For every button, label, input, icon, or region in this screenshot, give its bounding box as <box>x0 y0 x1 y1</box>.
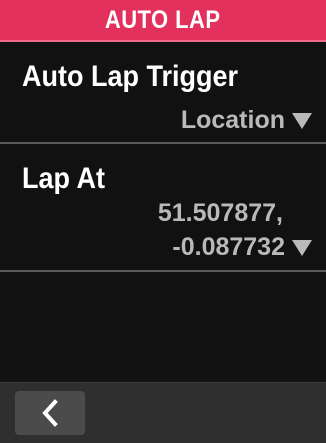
lap-at-longitude: -0.087732 <box>172 233 285 261</box>
auto-lap-trigger-label: Auto Lap Trigger <box>22 60 238 93</box>
page-title: AUTO LAP <box>105 5 221 34</box>
triangle-down-icon <box>292 240 312 256</box>
empty-content-area <box>0 272 326 381</box>
lap-at-setting[interactable]: Lap At 51.507877, -0.087732 <box>0 144 326 272</box>
lap-at-label: Lap At <box>22 162 105 195</box>
chevron-left-icon <box>40 399 60 427</box>
back-button[interactable] <box>15 391 85 435</box>
lap-at-latitude: 51.507877, <box>157 199 283 227</box>
auto-lap-trigger-value[interactable]: Location <box>181 106 312 135</box>
auto-lap-screen: AUTO LAP Auto Lap Trigger Location Lap A… <box>0 0 326 443</box>
page-header: AUTO LAP <box>0 0 326 42</box>
lap-at-value[interactable]: -0.087732 <box>172 233 312 262</box>
auto-lap-trigger-value-text: Location <box>180 106 285 134</box>
triangle-down-icon <box>292 113 312 129</box>
footer-bar <box>0 382 326 443</box>
auto-lap-trigger-setting[interactable]: Auto Lap Trigger Location <box>0 42 326 144</box>
